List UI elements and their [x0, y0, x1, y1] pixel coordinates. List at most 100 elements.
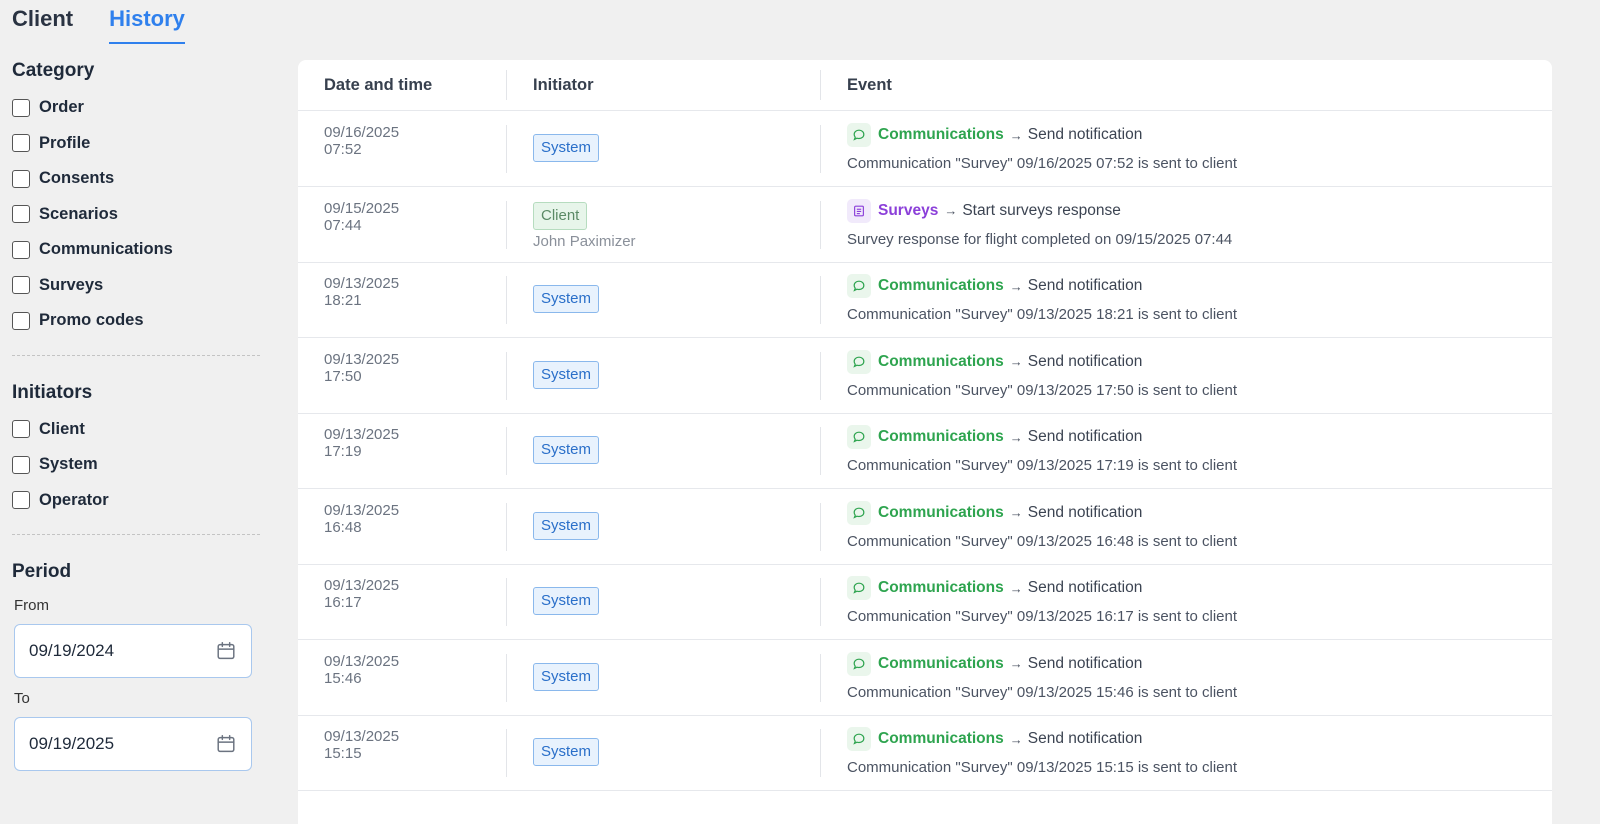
category-checkbox-communications[interactable] — [12, 240, 30, 259]
event-category[interactable]: Surveys — [878, 202, 938, 220]
initiator-filter-system[interactable]: System — [12, 447, 260, 483]
category-filter-list: Order Profile Consents Scenarios Communicati… — [12, 90, 260, 339]
event-category[interactable]: Communications — [878, 504, 1004, 522]
column-header-initiator[interactable]: Initiator — [533, 76, 594, 95]
arrow-right-icon: → — [1009, 429, 1023, 445]
category-title: Category — [12, 60, 95, 81]
column-separator — [506, 729, 507, 777]
to-date-input[interactable] — [29, 734, 189, 754]
event-category[interactable]: Communications — [878, 730, 1004, 748]
event-category[interactable]: Communications — [878, 353, 1004, 371]
category-filter-order[interactable]: Order — [12, 90, 260, 126]
tab-client[interactable]: Client — [12, 0, 73, 44]
category-checkbox-consents[interactable] — [12, 169, 30, 188]
initiator-badge: System — [533, 436, 600, 464]
initiator-badge: System — [533, 285, 600, 313]
event-time: 18:21 — [324, 292, 362, 309]
category-checkbox-profile[interactable] — [12, 134, 30, 153]
event-date: 09/13/2025 — [324, 577, 400, 594]
initiator-badge: System — [533, 511, 600, 540]
from-date-field[interactable] — [14, 624, 252, 678]
initiator-filter-client[interactable]: Client — [12, 412, 260, 448]
column-separator — [820, 427, 821, 475]
event-datetime: 09/16/2025 07:52 — [324, 124, 399, 158]
event-action: Send notification — [1027, 503, 1143, 521]
arrow-right-icon: → — [944, 203, 958, 218]
initiator-checkbox-client[interactable] — [12, 420, 30, 439]
column-header-event[interactable]: Event — [847, 76, 892, 95]
category-label-profile: Profile — [39, 133, 91, 152]
category-filter-communications[interactable]: Communications — [12, 232, 260, 268]
column-separator — [506, 351, 507, 400]
event-summary: Communications → Send notification — [847, 349, 1143, 374]
initiator-checkbox-operator[interactable] — [12, 491, 30, 510]
divider — [12, 354, 260, 356]
category-filter-scenarios[interactable]: Scenarios — [12, 197, 260, 233]
event-category[interactable]: Communications — [878, 277, 1004, 295]
initiator-badge: System — [533, 738, 600, 766]
event-category[interactable]: Communications — [878, 428, 1004, 446]
calendar-icon[interactable] — [215, 640, 237, 662]
initiator-badge: Client — [533, 201, 588, 230]
table-row[interactable]: 09/13/2025 16:48 System Communications → Send… — [298, 489, 1552, 565]
from-date-input[interactable] — [29, 641, 189, 661]
column-separator — [820, 729, 821, 777]
event-time: 07:44 — [324, 216, 362, 234]
tab-history[interactable]: History — [109, 0, 185, 44]
chat-bubble-icon — [847, 727, 871, 751]
event-action: Send notification — [1027, 126, 1143, 143]
table-row[interactable]: 09/13/2025 18:21 System Communications → Send… — [298, 262, 1552, 338]
column-separator — [820, 200, 821, 249]
event-time: 16:17 — [324, 594, 362, 611]
calendar-icon[interactable] — [215, 733, 237, 755]
event-category[interactable]: Communications — [878, 579, 1004, 597]
category-label-promo-codes: Promo codes — [39, 311, 144, 330]
event-date: 09/16/2025 — [324, 124, 400, 141]
column-separator — [506, 276, 507, 324]
table-row[interactable]: 09/15/2025 07:44 Client John Paximizer Surve… — [298, 187, 1552, 263]
category-label-consents: Consents — [39, 169, 115, 188]
initiator-label-system: System — [39, 455, 98, 474]
event-summary: Surveys → Start surveys response — [847, 198, 1121, 223]
category-filter-consents[interactable]: Consents — [12, 161, 260, 197]
category-filter-promo-codes[interactable]: Promo codes — [12, 303, 260, 339]
arrow-right-icon: → — [1009, 278, 1023, 294]
initiator-filter-operator[interactable]: Operator — [12, 483, 260, 519]
event-summary: Communications → Send notification — [847, 274, 1142, 298]
chat-bubble-icon — [847, 123, 871, 147]
category-checkbox-scenarios[interactable] — [12, 205, 30, 224]
arrow-right-icon: → — [1009, 731, 1023, 747]
event-category[interactable]: Communications — [878, 655, 1004, 673]
event-action: Start surveys response — [962, 201, 1121, 219]
initiator-checkbox-system[interactable] — [12, 455, 30, 474]
event-date: 09/13/2025 — [324, 426, 400, 443]
category-checkbox-promo-codes[interactable] — [12, 311, 30, 330]
column-header-date[interactable]: Date and time — [324, 76, 432, 95]
chat-bubble-icon — [847, 425, 871, 449]
event-time: 07:52 — [324, 141, 362, 158]
event-action: Send notification — [1027, 352, 1143, 370]
category-filter-surveys[interactable]: Surveys — [12, 268, 260, 304]
table-row[interactable]: 09/13/2025 17:50 System Communications → Send… — [298, 338, 1552, 414]
to-date-field[interactable] — [14, 717, 252, 771]
event-action: Send notification — [1027, 579, 1143, 596]
event-description: Survey response for flight completed on … — [847, 230, 1233, 248]
category-checkbox-surveys[interactable] — [12, 276, 30, 295]
event-datetime: 09/13/2025 15:46 — [324, 653, 399, 687]
table-row[interactable]: 09/16/2025 07:52 System Communications → Send… — [298, 111, 1552, 187]
event-category[interactable]: Communications — [878, 126, 1004, 144]
arrow-right-icon: → — [1009, 656, 1023, 671]
column-separator — [506, 70, 507, 100]
event-datetime: 09/13/2025 16:48 — [324, 502, 399, 536]
column-separator — [506, 502, 507, 551]
table-row[interactable]: 09/13/2025 17:19 System Communications → Send… — [298, 413, 1552, 489]
event-datetime: 09/15/2025 07:44 — [324, 200, 399, 234]
category-filter-profile[interactable]: Profile — [12, 126, 260, 162]
initiator-badge: System — [533, 662, 600, 691]
table-row[interactable]: 09/13/2025 15:46 System Communications → Send… — [298, 640, 1552, 716]
table-row[interactable]: 09/13/2025 15:15 System Communications → Send… — [298, 715, 1552, 791]
table-row[interactable]: 09/13/2025 16:17 System Communications → Send… — [298, 564, 1552, 640]
category-checkbox-order[interactable] — [12, 98, 30, 117]
initiator-badge: System — [533, 360, 600, 389]
column-separator — [506, 125, 507, 173]
